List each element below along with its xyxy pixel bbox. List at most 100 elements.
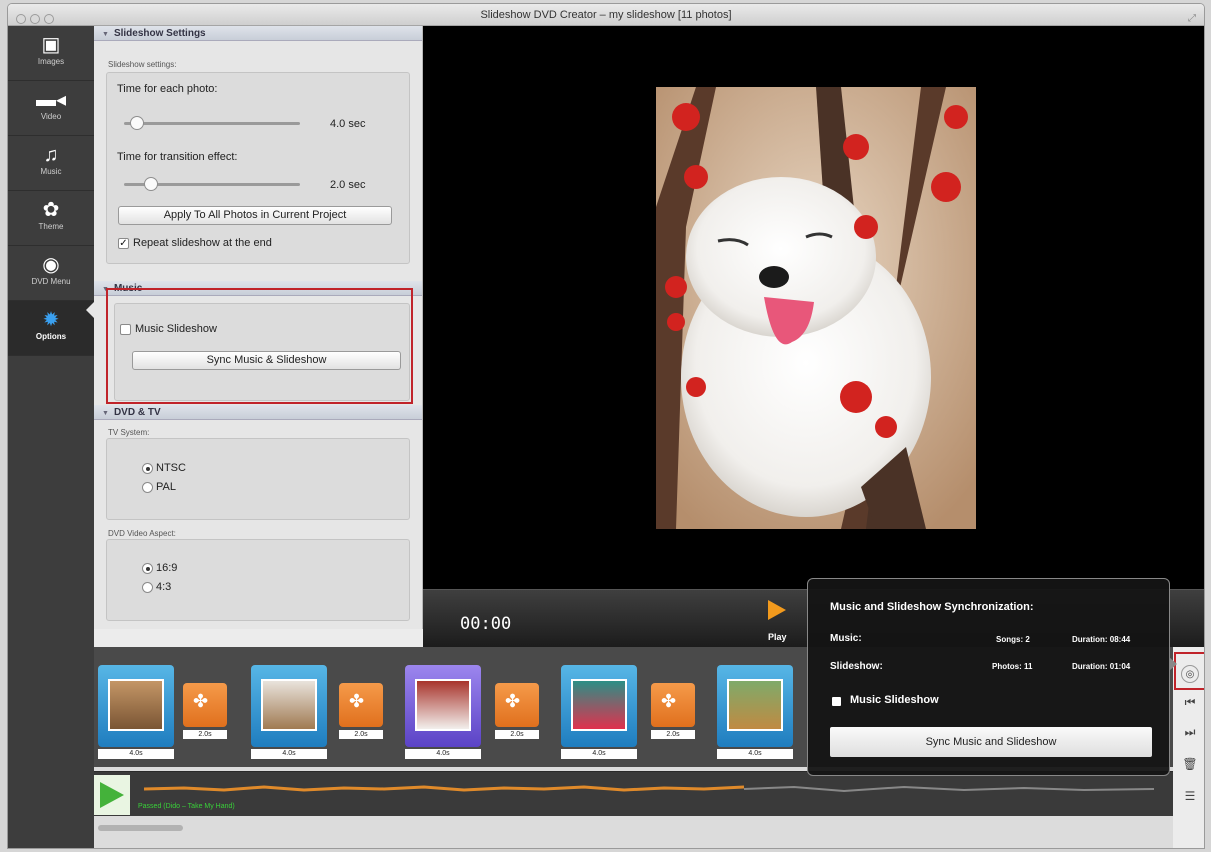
sidebar-item-label: Music: [40, 167, 62, 176]
video-camera-icon: ▬◂: [35, 89, 67, 111]
transition-duration: 2.0s: [183, 730, 227, 739]
disc-icon: ◉: [42, 254, 60, 276]
window-title: Slideshow DVD Creator – my slideshow [11…: [480, 9, 732, 21]
sidebar-item-label: Options: [35, 332, 67, 341]
popover-music-slideshow-checkbox[interactable]: [832, 697, 841, 706]
play-label[interactable]: Play: [768, 632, 787, 642]
transition-thumbnail[interactable]: ✤ 2.0s: [651, 683, 695, 739]
transition-thumbnail[interactable]: ✤ 2.0s: [339, 683, 383, 739]
thumbnail-image: [415, 679, 471, 731]
sidebar-item-theme[interactable]: ✿ Theme: [8, 191, 94, 246]
music-note-icon: ♫: [43, 144, 59, 166]
minimize-window-button[interactable]: [30, 14, 40, 24]
dvd-aspect-label: DVD Video Aspect:: [108, 529, 176, 538]
slideshow-settings-group: [106, 72, 410, 264]
popover-music-slideshow-label: Music Slideshow: [850, 694, 939, 706]
time-photo-slider-knob[interactable]: [130, 116, 144, 130]
sidebar-item-music[interactable]: ♫ Music: [8, 136, 94, 191]
ntsc-radio[interactable]: [142, 463, 153, 474]
slideshow-duration: Duration: 01:04: [1072, 662, 1131, 671]
slideshow-row-label: Slideshow:: [830, 661, 883, 672]
sidebar: ▣ Images ▬◂ Video ♫ Music ✿ Theme ◉ DVD …: [8, 26, 94, 848]
photo-duration: 4.0s: [251, 749, 327, 759]
sidebar-item-images[interactable]: ▣ Images: [8, 26, 94, 81]
transition-icon: ✤: [505, 691, 521, 711]
playback-time: 00:00: [460, 614, 512, 634]
photo-duration: 4.0s: [98, 749, 174, 759]
audio-waveform[interactable]: [144, 784, 1154, 794]
aspect-16-9-label: 16:9: [156, 562, 178, 574]
palette-icon: ✿: [42, 199, 60, 221]
music-row-label: Music:: [830, 633, 862, 644]
sidebar-item-dvd-menu[interactable]: ◉ DVD Menu: [8, 246, 94, 301]
skip-to-start-icon[interactable]: ⏮: [1181, 693, 1199, 711]
image-icon: ▣: [41, 34, 61, 56]
popover-arrow: [1169, 657, 1177, 671]
sync-music-and-slideshow-button[interactable]: Sync Music and Slideshow: [830, 727, 1152, 757]
repeat-slideshow-checkbox[interactable]: ✓: [118, 238, 129, 249]
time-transition-slider-knob[interactable]: [144, 177, 158, 191]
gear-icon: ✹: [42, 309, 60, 331]
time-photo-value: 4.0 sec: [330, 118, 366, 130]
repeat-slideshow-label: Repeat slideshow at the end: [133, 237, 272, 249]
photo-duration: 4.0s: [717, 749, 793, 759]
aspect-16-9-radio[interactable]: [142, 563, 153, 574]
tv-system-group: [106, 438, 410, 520]
zoom-window-button[interactable]: [44, 14, 54, 24]
transition-thumbnail[interactable]: ✤ 2.0s: [183, 683, 227, 739]
pal-label: PAL: [156, 481, 176, 493]
thumbnail-image: [571, 679, 627, 731]
transition-icon: ✤: [193, 691, 209, 711]
sidebar-item-label: Video: [40, 112, 62, 121]
close-window-button[interactable]: [16, 14, 26, 24]
section-title: DVD & TV: [113, 407, 161, 418]
photo-thumbnail-selected[interactable]: 4.0s: [405, 665, 481, 759]
apply-to-all-button[interactable]: Apply To All Photos in Current Project: [118, 206, 392, 225]
time-transition-value: 2.0 sec: [330, 179, 366, 191]
photo-duration: 4.0s: [561, 749, 637, 759]
ntsc-label: NTSC: [156, 462, 186, 474]
sidebar-item-label: Images: [37, 57, 65, 66]
transition-icon: ✤: [661, 691, 677, 711]
app-window: Slideshow DVD Creator – my slideshow [11…: [7, 3, 1205, 849]
section-header-slideshow-settings[interactable]: ▼ Slideshow Settings: [94, 26, 422, 41]
time-photo-slider[interactable]: [124, 122, 300, 125]
popover-title: Music and Slideshow Synchronization:: [830, 601, 1034, 613]
photo-thumbnail[interactable]: 4.0s: [251, 665, 327, 759]
play-icon[interactable]: [768, 600, 786, 620]
sidebar-item-video[interactable]: ▬◂ Video: [8, 81, 94, 136]
pal-radio[interactable]: [142, 482, 153, 493]
photos-count: Photos: 11: [992, 662, 1033, 671]
thumbnail-image: [727, 679, 783, 731]
transition-duration: 2.0s: [495, 730, 539, 739]
songs-count: Songs: 2: [996, 635, 1030, 644]
photo-duration: 4.0s: [405, 749, 481, 759]
sidebar-item-options[interactable]: ✹ Options: [8, 301, 94, 356]
highlight-music-section: [106, 288, 413, 404]
transition-duration: 2.0s: [651, 730, 695, 739]
list-icon[interactable]: ☰: [1181, 787, 1199, 805]
photo-thumbnail[interactable]: 4.0s: [561, 665, 637, 759]
sync-popover: Music and Slideshow Synchronization: Mus…: [807, 578, 1170, 776]
disclosure-triangle-icon: ▼: [102, 410, 109, 417]
horizontal-scrollbar[interactable]: [98, 825, 183, 831]
preview-area: [423, 26, 1204, 589]
photo-thumbnail[interactable]: 4.0s: [717, 665, 793, 759]
transition-thumbnail[interactable]: ✤ 2.0s: [495, 683, 539, 739]
tv-system-label: TV System:: [108, 428, 150, 437]
song-title: Passed (Dido – Take My Hand): [138, 803, 235, 810]
sidebar-item-label: DVD Menu: [31, 277, 71, 286]
highlight-sync-button: [1174, 652, 1204, 690]
transition-icon: ✤: [349, 691, 365, 711]
trash-icon[interactable]: 🗑: [1181, 755, 1199, 773]
photo-thumbnail[interactable]: 4.0s: [98, 665, 174, 759]
section-title: Slideshow Settings: [113, 28, 206, 39]
aspect-4-3-radio[interactable]: [142, 582, 153, 593]
skip-to-end-icon[interactable]: ⏭: [1181, 723, 1199, 741]
music-duration: Duration: 08:44: [1072, 635, 1131, 644]
audio-play-icon[interactable]: [94, 775, 130, 815]
sidebar-item-label: Theme: [38, 222, 64, 231]
thumbnail-image: [261, 679, 317, 731]
section-header-dvd-tv[interactable]: ▼ DVD & TV: [94, 405, 422, 420]
thumbnail-image: [108, 679, 164, 731]
